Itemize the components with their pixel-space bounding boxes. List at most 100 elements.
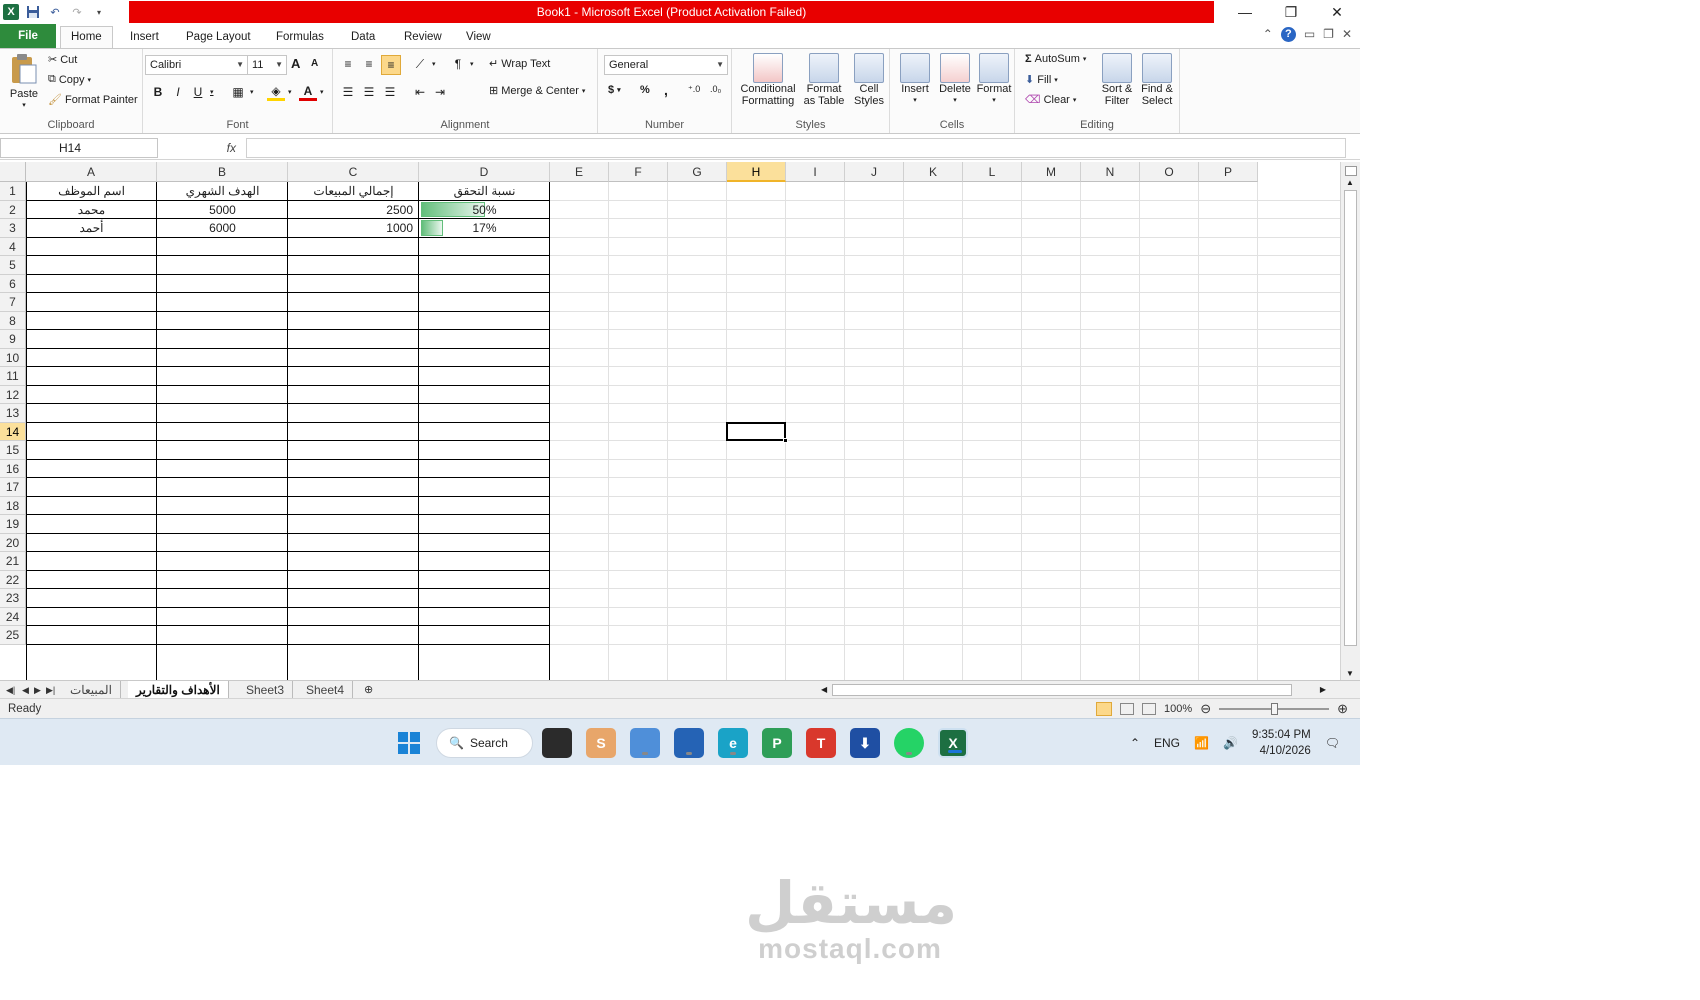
file-explorer-icon[interactable] — [630, 728, 660, 758]
shrink-font-button[interactable]: A — [311, 58, 318, 69]
column-header-i[interactable]: I — [786, 162, 845, 182]
download-manager-icon[interactable]: ⬇ — [850, 728, 880, 758]
employee-name-cell[interactable]: أحمد — [26, 219, 157, 238]
align-left-button[interactable]: ☰ — [339, 83, 357, 101]
clock[interactable]: 9:35:04 PM 4/10/2026 — [1252, 727, 1311, 759]
tab-file[interactable]: File — [0, 24, 56, 48]
column-header-k[interactable]: K — [904, 162, 963, 182]
windows-start-icon[interactable] — [394, 728, 424, 758]
row-header-15[interactable]: 15 — [0, 441, 26, 460]
row-header-5[interactable]: 5 — [0, 256, 26, 275]
page-break-view-icon[interactable] — [1142, 703, 1157, 715]
sheet-tab[interactable]: المبيعات — [62, 681, 121, 699]
zoom-slider[interactable] — [1219, 703, 1330, 715]
text-direction-button[interactable]: ¶ ▾ — [449, 55, 474, 73]
monthly-target-cell[interactable]: 5000 — [157, 201, 288, 220]
achievement-ratio-cell[interactable]: 17% — [419, 219, 550, 238]
format-as-table-button[interactable]: Format as Table — [800, 53, 848, 107]
column-header-j[interactable]: J — [845, 162, 904, 182]
font-size-select[interactable]: 11 ▼ — [247, 55, 287, 75]
column-header-g[interactable]: G — [668, 162, 727, 182]
row-header-6[interactable]: 6 — [0, 274, 26, 293]
publisher-icon[interactable]: P — [762, 728, 792, 758]
column-header-f[interactable]: F — [609, 162, 668, 182]
row-header-3[interactable]: 3 — [0, 219, 26, 238]
row-header-22[interactable]: 22 — [0, 570, 26, 589]
row-header-23[interactable]: 23 — [0, 589, 26, 608]
borders-button[interactable]: ▦ ▾ — [229, 83, 253, 101]
row-header-9[interactable]: 9 — [0, 330, 26, 349]
tab-insert[interactable]: Insert — [120, 27, 169, 48]
sheet-tab-active[interactable]: الأهداف والتقارير — [128, 681, 229, 699]
volume-icon[interactable]: 🔊 — [1223, 736, 1238, 750]
increase-decimal-button[interactable]: ⁺.0 — [688, 84, 700, 95]
sheet-tab[interactable]: Sheet4 — [298, 681, 354, 699]
row-header-10[interactable]: 10 — [0, 348, 26, 367]
minimize-button[interactable]: — — [1222, 0, 1268, 24]
fill-button[interactable]: ⬇ Fill ▾ — [1025, 73, 1058, 87]
achievement-ratio-cell[interactable]: 50% — [419, 201, 550, 220]
zoom-out-icon[interactable]: ⊖ — [1200, 701, 1211, 717]
active-cell[interactable] — [726, 421, 788, 443]
row-header-16[interactable]: 16 — [0, 459, 26, 478]
row-header-19[interactable]: 19 — [0, 515, 26, 534]
employee-name-cell[interactable]: محمد — [26, 201, 157, 220]
bold-button[interactable]: B — [149, 83, 167, 101]
vertical-scrollbar[interactable]: ▲ ▼ — [1340, 162, 1360, 680]
column-header-o[interactable]: O — [1140, 162, 1199, 182]
zoom-level[interactable]: 100% — [1164, 703, 1192, 715]
table-header-cell[interactable]: إجمالي المبيعات — [288, 182, 419, 201]
delete-cells-button[interactable]: Delete ▾ — [936, 53, 974, 107]
row-header-4[interactable]: 4 — [0, 237, 26, 256]
column-header-e[interactable]: E — [550, 162, 609, 182]
align-bottom-button[interactable]: ≡ — [381, 55, 401, 75]
row-header-13[interactable]: 13 — [0, 404, 26, 423]
select-all-corner[interactable] — [0, 162, 26, 182]
column-header-c[interactable]: C — [288, 162, 419, 182]
table-header-cell[interactable]: اسم الموظف — [26, 182, 157, 201]
formula-input[interactable] — [246, 138, 1346, 158]
wrap-text-button[interactable]: ↵ Wrap Text — [489, 57, 550, 71]
undo-icon[interactable]: ↶ — [47, 4, 63, 20]
last-sheet-icon[interactable]: ▶| — [46, 681, 55, 699]
edge-browser-icon[interactable]: e — [718, 728, 748, 758]
fill-handle[interactable] — [783, 438, 788, 443]
sheet-tab[interactable]: Sheet3 — [238, 681, 294, 699]
insert-function-icon[interactable]: fx — [160, 138, 244, 158]
table-header-cell[interactable]: الهدف الشهري — [157, 182, 288, 201]
powerpoint-icon[interactable]: T — [806, 728, 836, 758]
merge-center-button[interactable]: ⊞ Merge & Center ▾ — [489, 84, 585, 98]
row-header-2[interactable]: 2 — [0, 200, 26, 219]
save-icon[interactable] — [25, 4, 41, 20]
align-right-button[interactable]: ☰ — [381, 83, 399, 101]
store-icon[interactable] — [674, 728, 704, 758]
horizontal-scroll-thumb[interactable] — [832, 684, 1292, 696]
tab-view[interactable]: View — [456, 27, 501, 48]
row-header-8[interactable]: 8 — [0, 311, 26, 330]
decrease-decimal-button[interactable]: .0₀ — [710, 84, 721, 94]
task-view-icon[interactable] — [542, 728, 572, 758]
comma-button[interactable]: , — [664, 82, 668, 98]
row-header-17[interactable]: 17 — [0, 478, 26, 497]
copy-button[interactable]: ⧉ Copy ▾ — [48, 73, 91, 86]
tab-home[interactable]: Home — [60, 26, 113, 48]
cell-styles-button[interactable]: Cell Styles — [850, 53, 888, 107]
cut-button[interactable]: ✂ Cut — [48, 53, 77, 67]
next-sheet-icon[interactable]: ▶ — [34, 681, 41, 699]
taskbar-search[interactable]: 🔍 Search — [436, 728, 533, 758]
column-header-d[interactable]: D — [419, 162, 550, 182]
normal-view-icon[interactable] — [1096, 702, 1113, 716]
row-header-7[interactable]: 7 — [0, 293, 26, 312]
row-header-12[interactable]: 12 — [0, 385, 26, 404]
row-header-14[interactable]: 14 — [0, 422, 26, 441]
close-button[interactable]: ✕ — [1314, 0, 1360, 24]
scroll-left-icon[interactable]: ◀ — [821, 683, 827, 697]
column-header-b[interactable]: B — [157, 162, 288, 182]
align-middle-button[interactable]: ≡ — [360, 55, 378, 73]
scroll-right-icon[interactable]: ▶ — [1320, 683, 1326, 697]
first-sheet-icon[interactable]: ◀| — [6, 681, 15, 699]
name-box[interactable]: H14 — [0, 138, 158, 158]
autosum-button[interactable]: Σ AutoSum ▾ — [1025, 53, 1086, 65]
row-header-21[interactable]: 21 — [0, 552, 26, 571]
find-select-button[interactable]: Find & Select — [1137, 53, 1177, 107]
